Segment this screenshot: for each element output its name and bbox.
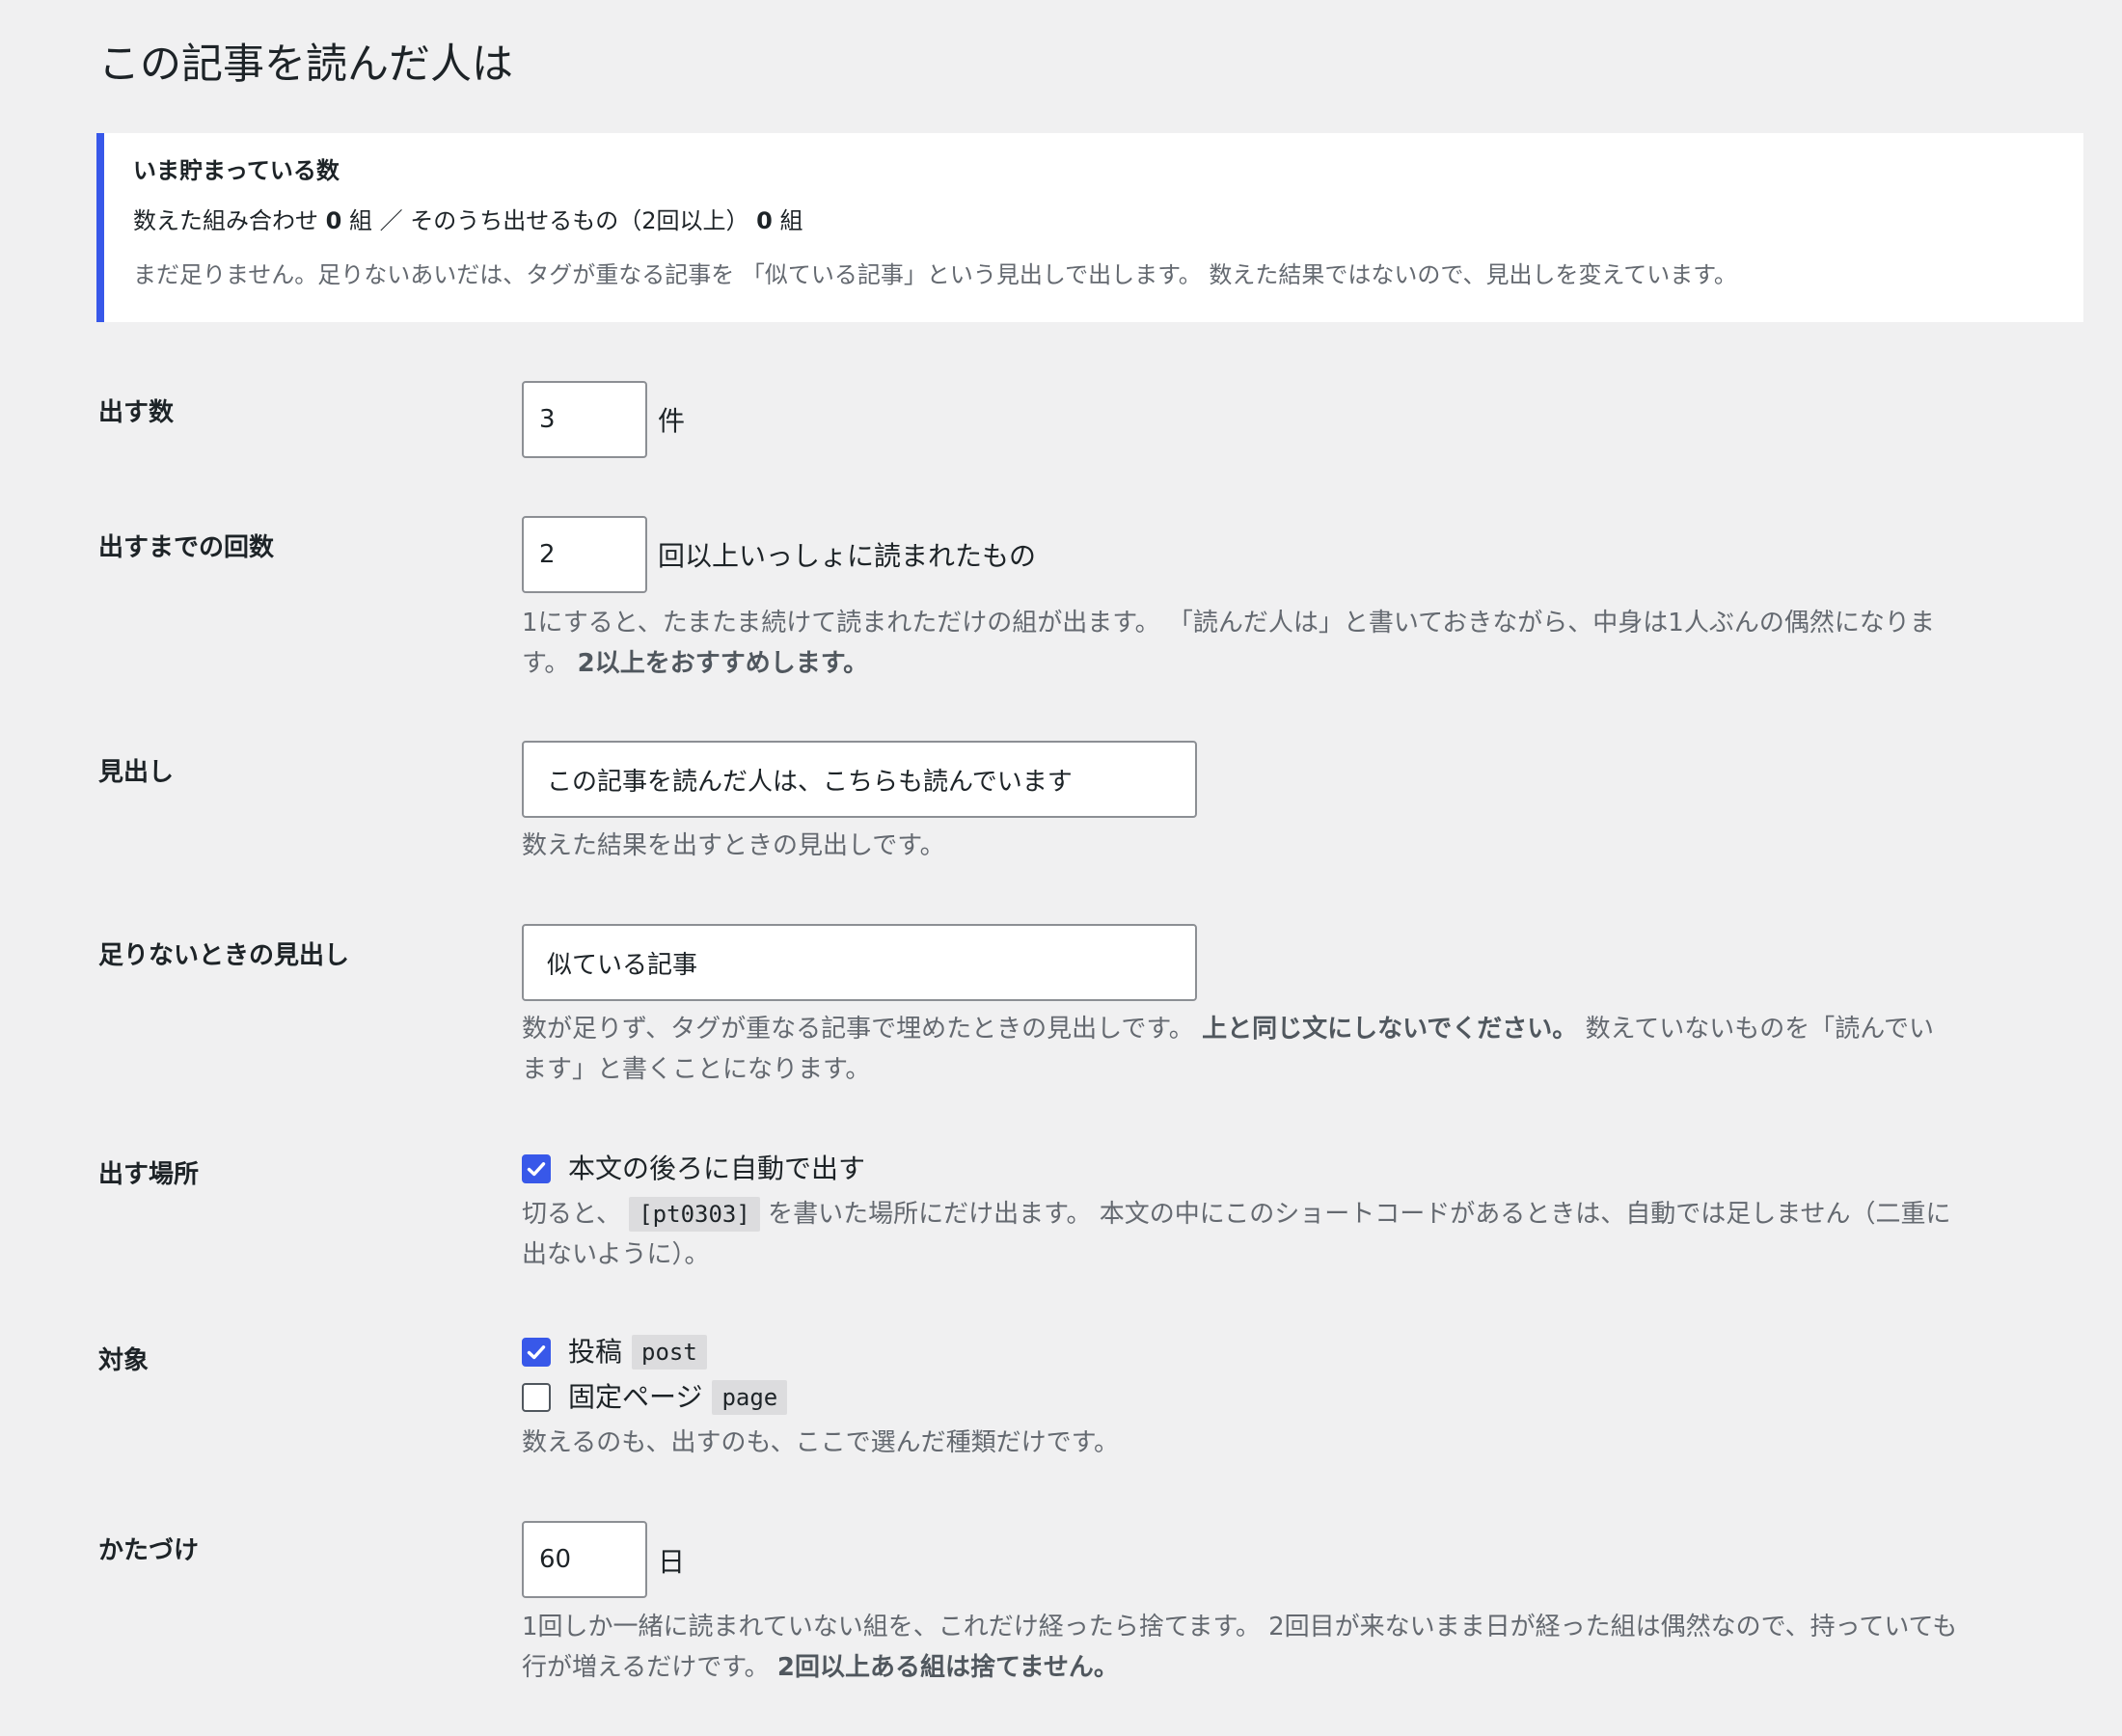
placement-description-after: を書いた場所にだけ出ます。 本文の中にこのショートコードがあるときは、自動では足… xyxy=(759,1200,1951,1229)
threshold-recommendation: 2以上をおすすめします。 xyxy=(577,649,869,678)
heading-label: 見出し xyxy=(98,758,175,787)
fallback-heading-label: 足りないときの見出し xyxy=(98,941,350,970)
placement-checkbox[interactable] xyxy=(522,1154,551,1183)
placement-description-before: 切ると、 xyxy=(522,1200,630,1229)
count-label: 出す数 xyxy=(98,398,175,427)
usable-value: 0 xyxy=(756,207,773,234)
cleanup-keep-note: 2回以上ある組は捨てません。 xyxy=(776,1653,1119,1682)
page-title: この記事を読んだ人は xyxy=(98,41,513,89)
target-page-code: page xyxy=(712,1380,788,1415)
placement-description-line1: 切ると、 [pt0303] を書いた場所にだけ出ます。 本文の中にこのショートコ… xyxy=(522,1194,2065,1234)
fallback-heading-description-line2: ます」と書くことになります。 xyxy=(522,1055,871,1084)
checkmark-icon xyxy=(527,1345,546,1360)
fallback-heading-description-line1: 数が足りず、タグが重なる記事で埋めたときの見出しです。 上と同じ文にしないでくだ… xyxy=(522,1009,2065,1049)
threshold-description: 1にすると、たまたま続けて読まれただけの組が出ます。 「読んだ人は」と書いておき… xyxy=(522,603,2065,684)
target-page-label: 固定ページ xyxy=(568,1381,703,1413)
counted-label: 数えた組み合わせ xyxy=(133,207,318,234)
placement-label: 出す場所 xyxy=(98,1160,200,1189)
heading-input[interactable] xyxy=(522,741,1197,818)
fallback-heading-warning: 上と同じ文にしないでください。 xyxy=(1202,1015,1578,1044)
cleanup-suffix: 日 xyxy=(658,1546,686,1578)
target-option-page[interactable]: 固定ページ page xyxy=(522,1379,788,1416)
threshold-suffix: 回以上いっしょに読まれたもの xyxy=(658,540,1037,572)
placement-description: 切ると、 [pt0303] を書いた場所にだけ出ます。 本文の中にこのショートコ… xyxy=(522,1194,2065,1275)
target-option-post[interactable]: 投稿 post xyxy=(522,1334,707,1370)
threshold-description-line1: 1にすると、たまたま続けて読まれただけの組が出ます。 「読んだ人は」と書いておき… xyxy=(522,609,1935,637)
placement-description-line2: 出ないように）。 xyxy=(522,1240,710,1269)
cleanup-description: 1回しか一緒に読まれていない組を、これだけ経ったら捨てます。 2回目が来ないまま… xyxy=(522,1607,2065,1688)
target-post-label: 投稿 xyxy=(568,1336,623,1368)
targets-label: 対象 xyxy=(98,1346,150,1375)
cleanup-input[interactable] xyxy=(522,1521,647,1598)
cleanup-description-text: 行が増えるだけです。 xyxy=(522,1653,777,1682)
cleanup-description-line1: 1回しか一緒に読まれていない組を、これだけ経ったら捨てます。 2回目が来ないまま… xyxy=(522,1613,1958,1641)
fallback-heading-description: 数が足りず、タグが重なる記事で埋めたときの見出しです。 上と同じ文にしないでくだ… xyxy=(522,1009,2065,1090)
status-notice: いま貯まっている数 数えた組み合わせ 0 組 ／ そのうち出せるもの（2回以上）… xyxy=(96,133,2083,322)
target-post-checkbox[interactable] xyxy=(522,1338,551,1367)
targets-description: 数えるのも、出すのも、ここで選んだ種類だけです。 xyxy=(522,1428,1120,1457)
fallback-heading-description-after: 数えていないものを「読んでい xyxy=(1577,1015,1934,1044)
notice-counts: 数えた組み合わせ 0 組 ／ そのうち出せるもの（2回以上） 0 組 xyxy=(133,204,2083,237)
heading-description: 数えた結果を出すときの見出しです。 xyxy=(522,831,945,860)
target-post-code: post xyxy=(632,1335,707,1370)
placement-checkbox-label: 本文の後ろに自動で出す xyxy=(568,1153,866,1184)
usable-unit: 組 xyxy=(779,207,803,234)
cleanup-description-line2: 行が増えるだけです。 2回以上ある組は捨てません。 xyxy=(522,1647,2065,1688)
notice-title: いま貯まっている数 xyxy=(133,157,340,184)
counted-value: 0 xyxy=(325,207,342,234)
counted-unit: 組 ／ そのうち出せるもの（2回以上） xyxy=(348,207,749,234)
threshold-label: 出すまでの回数 xyxy=(98,533,275,562)
checkmark-icon xyxy=(527,1162,546,1177)
settings-page: この記事を読んだ人は いま貯まっている数 数えた組み合わせ 0 組 ／ そのうち… xyxy=(0,0,2122,1736)
fallback-heading-description-text: 数が足りず、タグが重なる記事で埋めたときの見出しです。 xyxy=(522,1015,1203,1044)
fallback-heading-input[interactable] xyxy=(522,924,1197,1001)
shortcode: [pt0303] xyxy=(629,1197,760,1232)
threshold-input[interactable] xyxy=(522,516,647,593)
threshold-description-line2: す。 2以上をおすすめします。 xyxy=(522,643,2065,684)
notice-description: まだ足りません。足りないあいだは、タグが重なる記事を 「似ている記事」という見出… xyxy=(133,261,1737,288)
target-page-checkbox[interactable] xyxy=(522,1383,551,1412)
count-input[interactable] xyxy=(522,381,647,458)
placement-checkbox-row[interactable]: 本文の後ろに自動で出す xyxy=(522,1151,865,1187)
count-suffix: 件 xyxy=(658,405,686,437)
threshold-description-text: す。 xyxy=(522,649,578,678)
cleanup-label: かたづけ xyxy=(98,1536,200,1565)
